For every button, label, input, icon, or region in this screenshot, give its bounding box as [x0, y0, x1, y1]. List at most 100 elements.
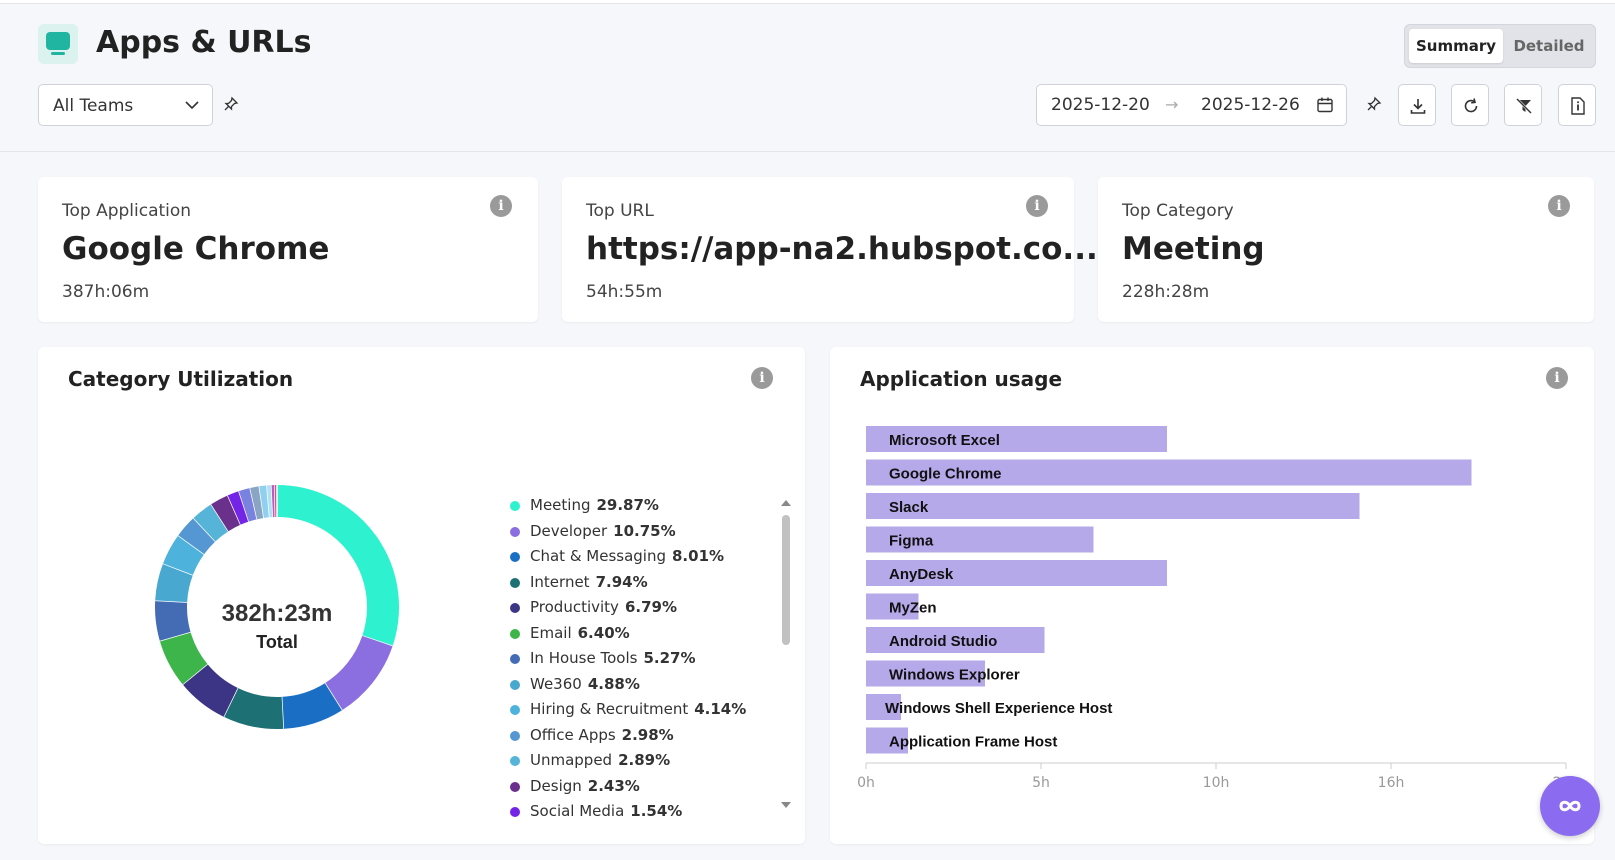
legend-label: In House Tools 5.27% — [530, 649, 696, 667]
donut-slice[interactable] — [178, 518, 216, 555]
info-icon[interactable]: i — [1548, 195, 1570, 217]
legend-percent: 2.89% — [618, 751, 671, 769]
donut-slice[interactable] — [211, 495, 241, 532]
calendar-icon[interactable] — [1316, 96, 1334, 114]
bar-label: Slack — [889, 499, 929, 516]
donut-slice[interactable] — [155, 563, 194, 603]
bar-label: Windows Shell Experience Host — [885, 700, 1112, 717]
legend-percent: 2.43% — [587, 776, 640, 795]
panel-title: Application usage — [860, 367, 1063, 391]
donut-slice[interactable] — [163, 535, 205, 576]
legend-percent: 8.01% — [672, 547, 725, 565]
donut-slice[interactable] — [159, 631, 208, 685]
scroll-down-icon[interactable] — [780, 799, 792, 811]
report-info-button[interactable] — [1558, 84, 1596, 126]
legend-percent: 7.94% — [595, 572, 648, 591]
application-usage-bar-chart: Microsoft Excel Google Chrome Slack Figma An… — [857, 426, 1579, 791]
top-application-card: Top Application Google Chrome 387h:06m i — [38, 177, 538, 322]
usage-bar[interactable] — [866, 493, 1360, 519]
stat-label: Top Application — [62, 201, 192, 221]
window-top-border — [0, 0, 1615, 4]
legend-scrollbar[interactable] — [779, 493, 793, 815]
legend-dot — [510, 628, 520, 639]
download-icon — [1410, 99, 1426, 114]
donut-slice[interactable] — [238, 488, 258, 522]
top-category-card: Top Category Meeting 228h:28m i — [1098, 177, 1594, 322]
legend-dot — [510, 577, 520, 588]
legend-label: Meeting 29.87% — [530, 496, 659, 514]
legend-percent: 6.40% — [577, 623, 630, 642]
pin-icon[interactable] — [223, 96, 239, 112]
legend-label: Internet 7.94% — [530, 572, 648, 591]
donut-slice[interactable] — [182, 663, 239, 717]
info-icon[interactable]: i — [490, 195, 512, 217]
stat-value: Google Chrome — [62, 231, 330, 267]
donut-slice[interactable] — [227, 491, 250, 525]
info-icon[interactable]: i — [751, 367, 773, 389]
donut-slice[interactable] — [155, 600, 191, 641]
chevron-down-icon — [185, 101, 199, 110]
legend-percent: 10.75% — [613, 521, 676, 540]
legend-dot — [510, 654, 520, 664]
legend-dot — [510, 756, 520, 766]
top-url-card: Top URL https://app-na2.hubspot.co... 54… — [562, 177, 1098, 322]
legend-dot — [510, 603, 520, 613]
category-donut-chart: 382h:23m Total — [155, 485, 399, 729]
donut-total-value: 382h:23m — [222, 600, 333, 627]
date-range-picker[interactable]: 2025-12-20 → 2025-12-26 — [1036, 84, 1347, 126]
refresh-button[interactable] — [1451, 84, 1489, 126]
stat-time: 54h:55m — [586, 282, 663, 302]
donut-slice[interactable] — [223, 687, 284, 729]
bar-label: Figma — [889, 533, 934, 550]
scroll-thumb[interactable] — [782, 515, 790, 645]
donut-slice[interactable] — [250, 486, 265, 520]
end-date[interactable]: 2025-12-26 — [1201, 95, 1300, 115]
info-icon[interactable]: i — [1546, 367, 1568, 389]
legend-dot — [510, 501, 520, 511]
panel-title: Category Utilization — [68, 367, 294, 391]
legend-dot — [510, 781, 520, 792]
legend-percent: 4.88% — [587, 674, 640, 693]
legend-percent: 29.87% — [596, 496, 659, 514]
stat-time: 387h:06m — [62, 282, 150, 302]
team-select[interactable]: All Teams — [38, 84, 213, 126]
summary-tab[interactable]: Summary — [1409, 29, 1503, 63]
info-icon[interactable]: i — [1026, 195, 1048, 217]
page-title: Apps & URLs — [96, 25, 312, 60]
stat-value: https://app-na2.hubspot.co... — [586, 231, 1098, 267]
start-date[interactable]: 2025-12-20 — [1051, 95, 1150, 115]
date-arrow: → — [1165, 95, 1179, 114]
donut-slice[interactable] — [281, 682, 342, 729]
legend-dot — [510, 679, 520, 690]
legend-label: Social Media 1.54% — [530, 802, 683, 820]
legend-label: Hiring & Recruitment 4.14% — [530, 700, 747, 718]
legend-label: Chat & Messaging 8.01% — [530, 547, 725, 565]
pin-icon[interactable] — [1366, 96, 1382, 112]
donut-slice[interactable] — [193, 504, 229, 542]
scroll-up-icon[interactable] — [780, 497, 792, 509]
x-tick-label: 0h — [857, 775, 875, 791]
legend-label: We360 4.88% — [530, 674, 640, 693]
stat-label: Top URL — [586, 201, 654, 221]
assistant-fab-button[interactable] — [1540, 776, 1600, 836]
x-tick-label: 16h — [1378, 775, 1405, 791]
legend-dot — [510, 705, 520, 715]
legend-label: Design 2.43% — [530, 776, 640, 795]
donut-slice[interactable] — [324, 635, 393, 711]
infinity-icon — [1559, 800, 1581, 812]
legend-percent: 2.98% — [621, 725, 674, 744]
legend-percent: 4.14% — [694, 700, 747, 718]
bar-label: Microsoft Excel — [889, 432, 1000, 449]
clear-filter-icon — [1516, 98, 1532, 114]
refresh-icon — [1464, 98, 1478, 113]
download-button[interactable] — [1398, 84, 1436, 126]
legend-label: Email 6.40% — [530, 623, 630, 642]
legend-label: Unmapped 2.89% — [530, 751, 671, 769]
detailed-tab[interactable]: Detailed — [1505, 29, 1593, 63]
donut-slice[interactable] — [259, 485, 270, 518]
clear-filter-button[interactable] — [1504, 84, 1542, 126]
legend-dot — [510, 526, 520, 537]
x-tick-label: 10h — [1203, 775, 1230, 791]
bar-label: MyZen — [889, 600, 937, 617]
report-info-icon — [1571, 97, 1585, 115]
